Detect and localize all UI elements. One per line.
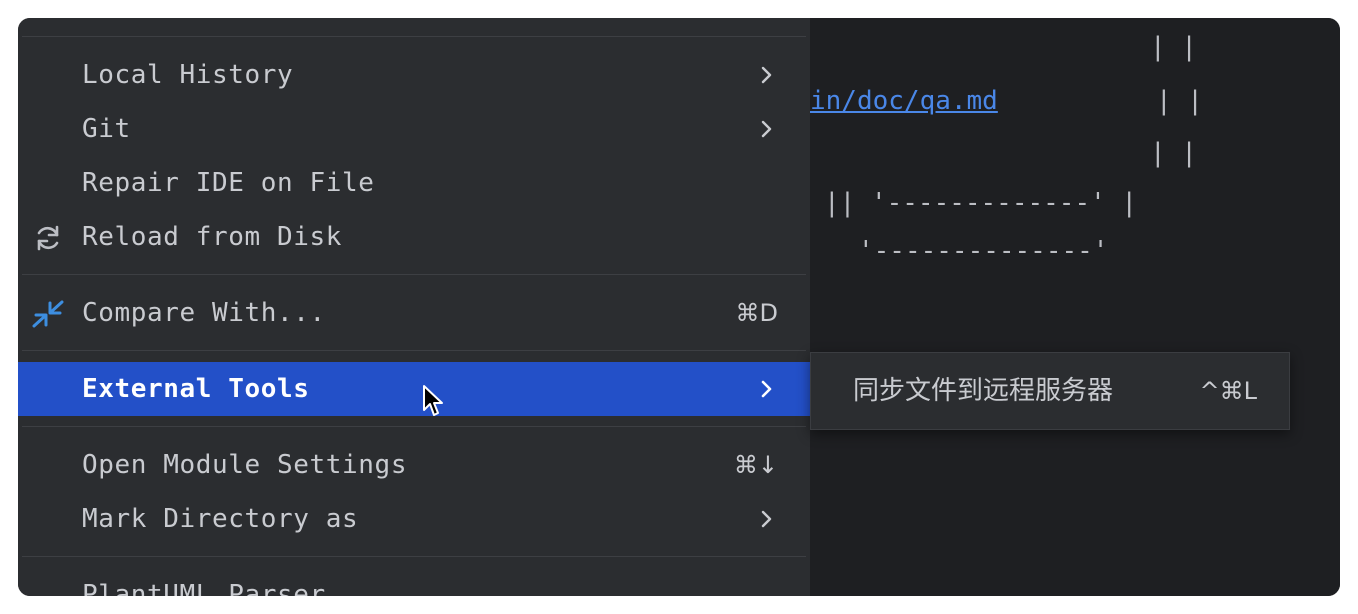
menu-item-mark-directory[interactable]: Mark Directory as xyxy=(18,492,810,546)
chevron-right-icon xyxy=(761,380,772,398)
submenu-item-sync-remote[interactable]: 同步文件到远程服务器 ^⌘L xyxy=(819,365,1281,417)
menu-item-label: Mark Directory as xyxy=(82,504,359,534)
menu-item-label: Open Module Settings xyxy=(82,450,408,480)
menu-item-label: Local History xyxy=(82,60,294,90)
editor-line: | | xyxy=(1150,138,1197,168)
menu-separator xyxy=(22,426,806,427)
menu-item-compare-with[interactable]: Compare With... ⌘D xyxy=(18,286,810,340)
shortcut-hint: ⌘↓ xyxy=(733,451,778,479)
editor-area[interactable]: | | | | in/doc/qa.md | | | | || '-------… xyxy=(810,18,1340,596)
menu-separator xyxy=(22,350,806,351)
compare-icon xyxy=(32,300,64,328)
menu-item-label: Compare With... xyxy=(82,298,326,328)
editor-line: || '-------------' | xyxy=(824,188,1138,218)
menu-item-label: External Tools xyxy=(82,374,310,404)
menu-item-local-history[interactable]: Local History xyxy=(18,48,810,102)
menu-item-repair-ide[interactable]: Repair IDE on File xyxy=(18,156,810,210)
menu-item-reload-from-disk[interactable]: Reload from Disk xyxy=(18,210,810,264)
shortcut-hint: ⌘D xyxy=(735,299,778,327)
mouse-cursor-icon xyxy=(423,385,443,416)
editor-line: | | xyxy=(1150,32,1197,62)
menu-item-label: Git xyxy=(82,114,131,144)
chevron-right-icon xyxy=(761,66,772,84)
editor-line: '--------------' xyxy=(858,236,1109,266)
menu-item-plantuml-parser[interactable]: PlantUML Parser xyxy=(18,568,810,596)
menu-item-label: Reload from Disk xyxy=(82,222,343,252)
menu-item-label: PlantUML Parser xyxy=(82,580,326,596)
chevron-right-icon xyxy=(761,510,772,528)
menu-item-open-module-settings[interactable]: Open Module Settings ⌘↓ xyxy=(18,438,810,492)
external-tools-submenu: 同步文件到远程服务器 ^⌘L xyxy=(810,352,1290,430)
submenu-item-label: 同步文件到远程服务器 xyxy=(853,376,1114,406)
menu-separator xyxy=(22,36,806,37)
shortcut-hint: ^⌘L xyxy=(1199,377,1257,405)
doc-link[interactable]: in/doc/qa.md xyxy=(810,86,998,116)
editor-line: | | xyxy=(1156,86,1203,116)
chevron-right-icon xyxy=(761,120,772,138)
ide-window: | | | | in/doc/qa.md | | | | || '-------… xyxy=(18,18,1340,596)
menu-item-external-tools[interactable]: External Tools xyxy=(18,362,810,416)
menu-item-git[interactable]: Git xyxy=(18,102,810,156)
menu-separator xyxy=(22,274,806,275)
menu-item-label: Repair IDE on File xyxy=(82,168,375,198)
menu-separator xyxy=(22,556,806,557)
refresh-icon xyxy=(37,225,59,251)
context-menu: Local History Git Repair IDE on File Rel… xyxy=(18,18,810,596)
